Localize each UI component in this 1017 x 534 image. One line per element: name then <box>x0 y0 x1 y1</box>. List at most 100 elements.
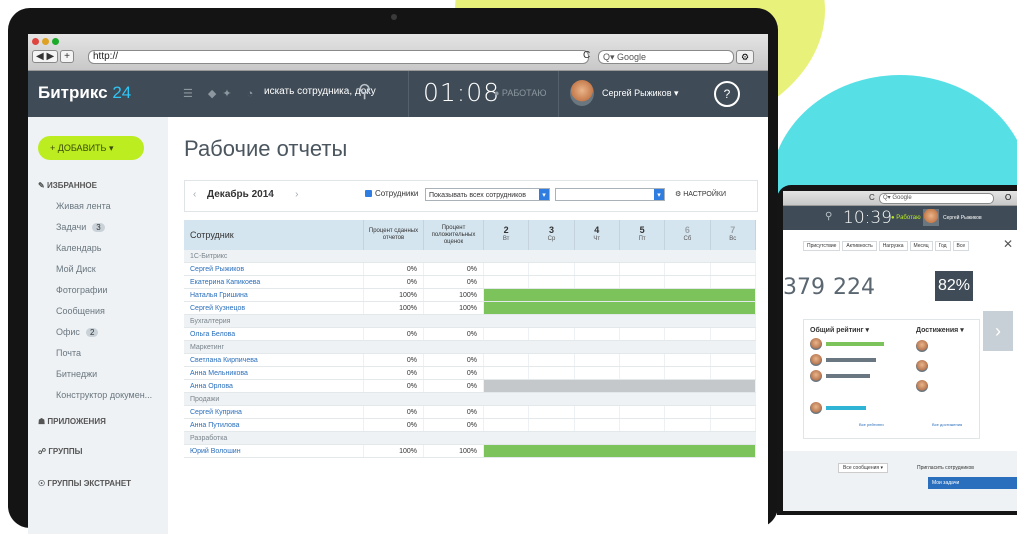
sidebar-item[interactable]: Битнеджи <box>56 369 97 379</box>
tab-month[interactable]: Месяц <box>909 241 933 251</box>
report-bar[interactable] <box>483 379 756 393</box>
next-month-icon[interactable]: › › <box>269 189 308 200</box>
chevron-right-icon[interactable]: › <box>983 311 1013 351</box>
day-cell[interactable] <box>574 353 620 367</box>
sidebar-item[interactable]: Живая лента <box>56 201 111 211</box>
day-cell[interactable] <box>619 353 666 367</box>
clock[interactable]: 10:39 <box>843 208 892 228</box>
report-bar[interactable] <box>483 301 756 315</box>
employee-name[interactable]: Юрий Волошин <box>184 444 364 458</box>
employee-name[interactable]: Анна Путилова <box>184 418 364 432</box>
day-cell[interactable] <box>664 366 711 380</box>
employee-name[interactable]: Анна Орлова <box>184 379 364 393</box>
sidebar-item[interactable]: Сообщения <box>56 306 105 316</box>
day-cell[interactable] <box>619 327 666 341</box>
day-cell[interactable] <box>483 418 530 432</box>
day-cell[interactable] <box>528 262 575 276</box>
sidebar-section-favorites[interactable]: ✎ ИЗБРАННОЕ <box>38 181 97 190</box>
employee-name[interactable]: Светлана Кирпичева <box>184 353 364 367</box>
work-status[interactable]: ● РАБОТАЮ <box>494 88 546 98</box>
employee-name[interactable]: Екатерина Капикоева <box>184 275 364 289</box>
tab-activity[interactable]: Активность <box>842 241 877 251</box>
sidebar-item[interactable]: Конструктор докумен... <box>56 390 152 400</box>
day-cell[interactable] <box>528 418 575 432</box>
day-cell[interactable] <box>528 405 575 419</box>
day-cell[interactable] <box>574 418 620 432</box>
secondary-select[interactable]: ▾ <box>555 188 665 201</box>
day-cell[interactable] <box>528 353 575 367</box>
sidebar-item[interactable]: Почта <box>56 348 81 358</box>
refresh-icon[interactable]: C <box>869 193 875 202</box>
achievements-title[interactable]: Достижения ▾ <box>916 326 964 334</box>
minimize-window-icon[interactable] <box>42 38 49 45</box>
invite-button[interactable]: Пригласить сотрудников <box>917 465 974 471</box>
close-icon[interactable]: ✕ <box>1003 237 1013 251</box>
day-cell[interactable] <box>483 327 530 341</box>
day-cell[interactable] <box>710 418 757 432</box>
employee-name[interactable]: Сергей Куприна <box>184 405 364 419</box>
day-cell[interactable] <box>664 275 711 289</box>
day-cell[interactable] <box>664 405 711 419</box>
day-cell[interactable] <box>664 418 711 432</box>
day-cell[interactable] <box>619 275 666 289</box>
day-cell[interactable] <box>710 353 757 367</box>
back-forward-button[interactable]: ◀ ▶ <box>32 50 59 63</box>
sidebar-item[interactable]: Календарь <box>56 243 101 253</box>
user-menu[interactable]: Сергей Рыжиков ▾ <box>602 88 679 99</box>
day-cell[interactable] <box>574 275 620 289</box>
zoom-window-icon[interactable] <box>52 38 59 45</box>
day-cell[interactable] <box>483 275 530 289</box>
day-cell[interactable] <box>710 405 757 419</box>
tab-all[interactable]: Все <box>952 241 970 251</box>
day-cell[interactable] <box>574 405 620 419</box>
group-label[interactable]: 1С-Битрикс <box>184 250 756 263</box>
day-cell[interactable] <box>619 262 666 276</box>
prev-month-icon[interactable]: ‹ <box>193 189 196 200</box>
group-label[interactable]: Маркетинг <box>184 340 756 354</box>
day-cell[interactable] <box>619 405 666 419</box>
avatar[interactable] <box>570 80 594 106</box>
sidebar-item[interactable]: Офис 2 <box>56 327 99 337</box>
all-achievements-link[interactable]: Все достижения <box>932 422 962 427</box>
sidebar-item[interactable]: Мой Диск <box>56 264 96 274</box>
day-cell[interactable] <box>710 262 757 276</box>
employee-filter-select[interactable]: Показывать всех сотрудников ▾ <box>425 188 550 201</box>
tab-year[interactable]: Год <box>934 241 951 251</box>
day-cell[interactable] <box>528 366 575 380</box>
search-icon[interactable]: ⚲ <box>825 211 832 222</box>
clock[interactable]: 01:08 <box>423 78 500 107</box>
day-cell[interactable] <box>619 418 666 432</box>
search-icon[interactable]: ⚲ <box>358 81 371 102</box>
day-cell[interactable] <box>574 366 620 380</box>
avatar[interactable] <box>923 209 939 226</box>
rating-title[interactable]: Общий рейтинг ▾ <box>810 326 869 334</box>
day-cell[interactable] <box>664 327 711 341</box>
day-cell[interactable] <box>528 327 575 341</box>
group-label[interactable]: Разработка <box>184 431 756 445</box>
day-cell[interactable] <box>710 366 757 380</box>
day-cell[interactable] <box>483 366 530 380</box>
tab-presence[interactable]: Присутствие <box>803 241 841 251</box>
employee-name[interactable]: Анна Мельникова <box>184 366 364 380</box>
column-header-employee[interactable]: Сотрудник <box>184 220 364 250</box>
day-cell[interactable] <box>574 262 620 276</box>
logo[interactable]: Битрикс 24 <box>38 83 131 103</box>
settings-icon[interactable]: ⚙ <box>736 50 754 64</box>
day-cell[interactable] <box>483 353 530 367</box>
group-label[interactable]: Бухгалтерия <box>184 314 756 328</box>
day-cell[interactable] <box>483 262 530 276</box>
day-cell[interactable] <box>710 327 757 341</box>
header-icons[interactable]: ☰ ◆✦ ◔ <box>183 87 259 100</box>
day-cell[interactable] <box>574 327 620 341</box>
employees-checkbox[interactable]: Сотрудники <box>365 189 418 198</box>
add-tab-button[interactable]: + <box>60 50 75 63</box>
report-bar[interactable] <box>483 444 756 458</box>
day-cell[interactable] <box>528 275 575 289</box>
work-status[interactable]: ● Работаю <box>891 215 921 221</box>
my-tasks-header[interactable]: Мои задачи <box>928 477 1017 489</box>
refresh-icon[interactable]: C <box>583 50 590 61</box>
day-cell[interactable] <box>664 262 711 276</box>
day-cell[interactable] <box>619 366 666 380</box>
group-label[interactable]: Продажи <box>184 392 756 406</box>
settings-button[interactable]: ⚙ НАСТРОЙКИ <box>675 190 726 198</box>
